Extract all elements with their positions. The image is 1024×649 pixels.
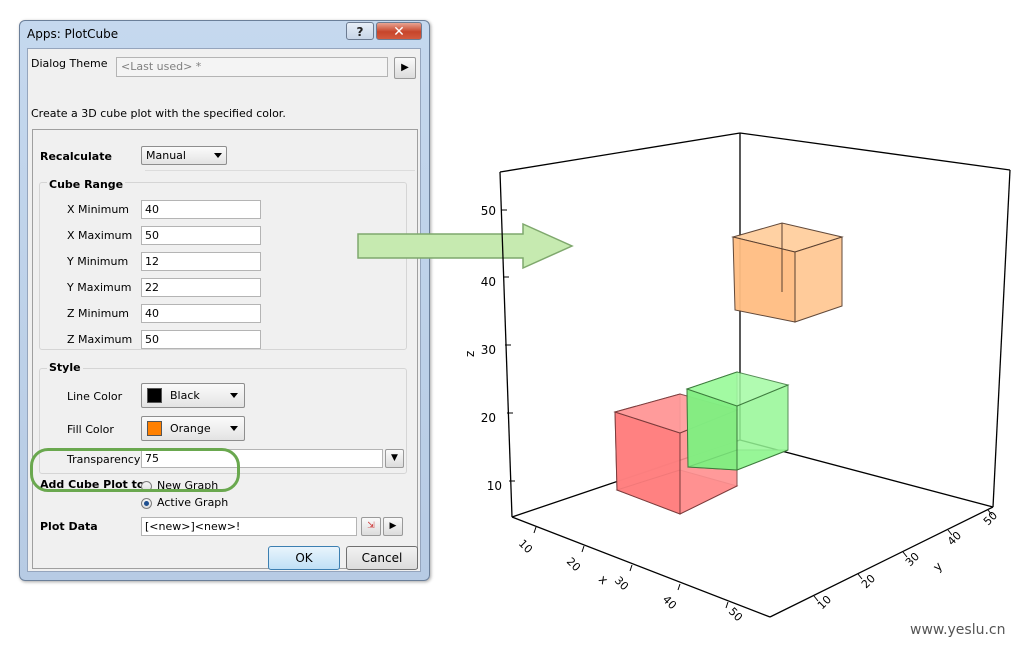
x-tick-label: 10 — [516, 537, 535, 556]
chevron-down-icon — [214, 153, 222, 158]
x-tick-label: 50 — [726, 605, 745, 624]
recalculate-value: Manual — [146, 149, 186, 162]
y-minimum-input[interactable]: 12 — [141, 252, 261, 271]
y-tick-label: 20 — [859, 572, 878, 591]
fill-color-label: Fill Color — [67, 423, 114, 436]
y-minimum-label: Y Minimum — [67, 255, 129, 268]
y-axis-ticks — [813, 509, 993, 602]
plot-data-label: Plot Data — [40, 520, 98, 533]
dialog-client-area: Dialog Theme <Last used> * ▶ Create a 3D… — [27, 48, 421, 572]
z-minimum-input[interactable]: 40 — [141, 304, 261, 323]
fill-color-swatch — [147, 421, 162, 436]
watermark: www.yeslu.cn — [910, 622, 1006, 638]
plotcube-dialog: Apps: PlotCube ? ✕ Dialog Theme <Last us… — [19, 20, 430, 581]
y-tick-label: 40 — [945, 529, 964, 548]
z-axis-title: z — [463, 351, 477, 357]
z-maximum-input[interactable]: 50 — [141, 330, 261, 349]
select-range-button[interactable]: ⇲ — [361, 517, 381, 536]
x-minimum-input[interactable]: 40 — [141, 200, 261, 219]
chevron-down-icon — [230, 426, 238, 431]
x-maximum-input[interactable]: 50 — [141, 226, 261, 245]
highlight-ring — [30, 448, 240, 492]
plot-data-input[interactable]: [<new>]<new>! — [141, 517, 357, 536]
x-axis-title: x — [596, 572, 611, 587]
cancel-button[interactable]: Cancel — [346, 546, 418, 570]
x-tick-label: 20 — [564, 555, 583, 574]
recalculate-select[interactable]: Manual — [141, 146, 227, 165]
cube-3d-graph[interactable]: 50 40 30 20 10 z 10 20 30 40 50 x 10 20 … — [460, 120, 1020, 640]
z-tick-label: 10 — [487, 479, 502, 493]
active-graph-label[interactable]: Active Graph — [157, 496, 228, 509]
y-tick-label: 30 — [903, 550, 922, 569]
style-label: Style — [47, 361, 83, 374]
orange-cube — [731, 222, 844, 323]
z-minimum-label: Z Minimum — [67, 307, 130, 320]
divider — [145, 170, 415, 171]
range-select-icon: ⇲ — [367, 521, 375, 531]
cube-range-label: Cube Range — [47, 178, 126, 191]
dialog-theme-field[interactable]: <Last used> * — [116, 57, 388, 77]
line-color-value: Black — [170, 389, 200, 402]
y-axis-title: y — [930, 559, 945, 574]
line-color-label: Line Color — [67, 390, 123, 403]
transparency-dropdown-button[interactable]: ▼ — [385, 449, 404, 468]
recalculate-label: Recalculate — [40, 150, 112, 163]
dialog-description: Create a 3D cube plot with the specified… — [31, 107, 286, 120]
fill-color-value: Orange — [170, 422, 211, 435]
help-button[interactable]: ? — [346, 22, 374, 40]
close-button[interactable]: ✕ — [376, 22, 422, 40]
theme-menu-button[interactable]: ▶ — [394, 57, 416, 79]
graph-frame — [499, 132, 1011, 618]
line-color-swatch — [147, 388, 162, 403]
green-cube — [685, 371, 790, 471]
chevron-down-icon — [230, 393, 238, 398]
z-tick-label: 20 — [481, 411, 496, 425]
x-minimum-label: X Minimum — [67, 203, 130, 216]
fill-color-select[interactable]: Orange — [141, 416, 245, 441]
radio-selected-dot — [144, 501, 149, 506]
title-bar[interactable]: Apps: PlotCube ? ✕ — [20, 21, 429, 47]
z-maximum-label: Z Maximum — [67, 333, 133, 346]
chevron-down-icon: ▼ — [391, 453, 398, 463]
z-tick-label: 30 — [481, 343, 496, 357]
z-axis-labels: 50 40 30 20 10 — [481, 204, 502, 493]
triangle-right-icon: ▶ — [401, 62, 409, 73]
y-maximum-input[interactable]: 22 — [141, 278, 261, 297]
dialog-title: Apps: PlotCube — [27, 27, 119, 41]
line-color-select[interactable]: Black — [141, 383, 245, 408]
dialog-theme-label: Dialog Theme — [31, 57, 108, 70]
plot-data-menu-button[interactable]: ▶ — [383, 517, 403, 536]
x-tick-label: 30 — [612, 574, 631, 593]
settings-panel: Recalculate Manual Cube Range X Minimum … — [32, 129, 418, 569]
x-axis-labels: 10 20 30 40 50 — [516, 537, 745, 624]
active-graph-radio[interactable] — [141, 498, 152, 509]
x-maximum-label: X Maximum — [67, 229, 133, 242]
ok-button[interactable]: OK — [268, 546, 340, 570]
z-tick-label: 40 — [481, 275, 496, 289]
x-axis-ticks — [533, 526, 729, 609]
x-tick-label: 40 — [660, 593, 679, 612]
y-tick-label: 10 — [815, 593, 834, 612]
y-axis-labels: 10 20 30 40 50 — [815, 509, 1000, 612]
y-maximum-label: Y Maximum — [67, 281, 132, 294]
z-tick-label: 50 — [481, 204, 496, 218]
triangle-right-icon: ▶ — [389, 521, 397, 531]
